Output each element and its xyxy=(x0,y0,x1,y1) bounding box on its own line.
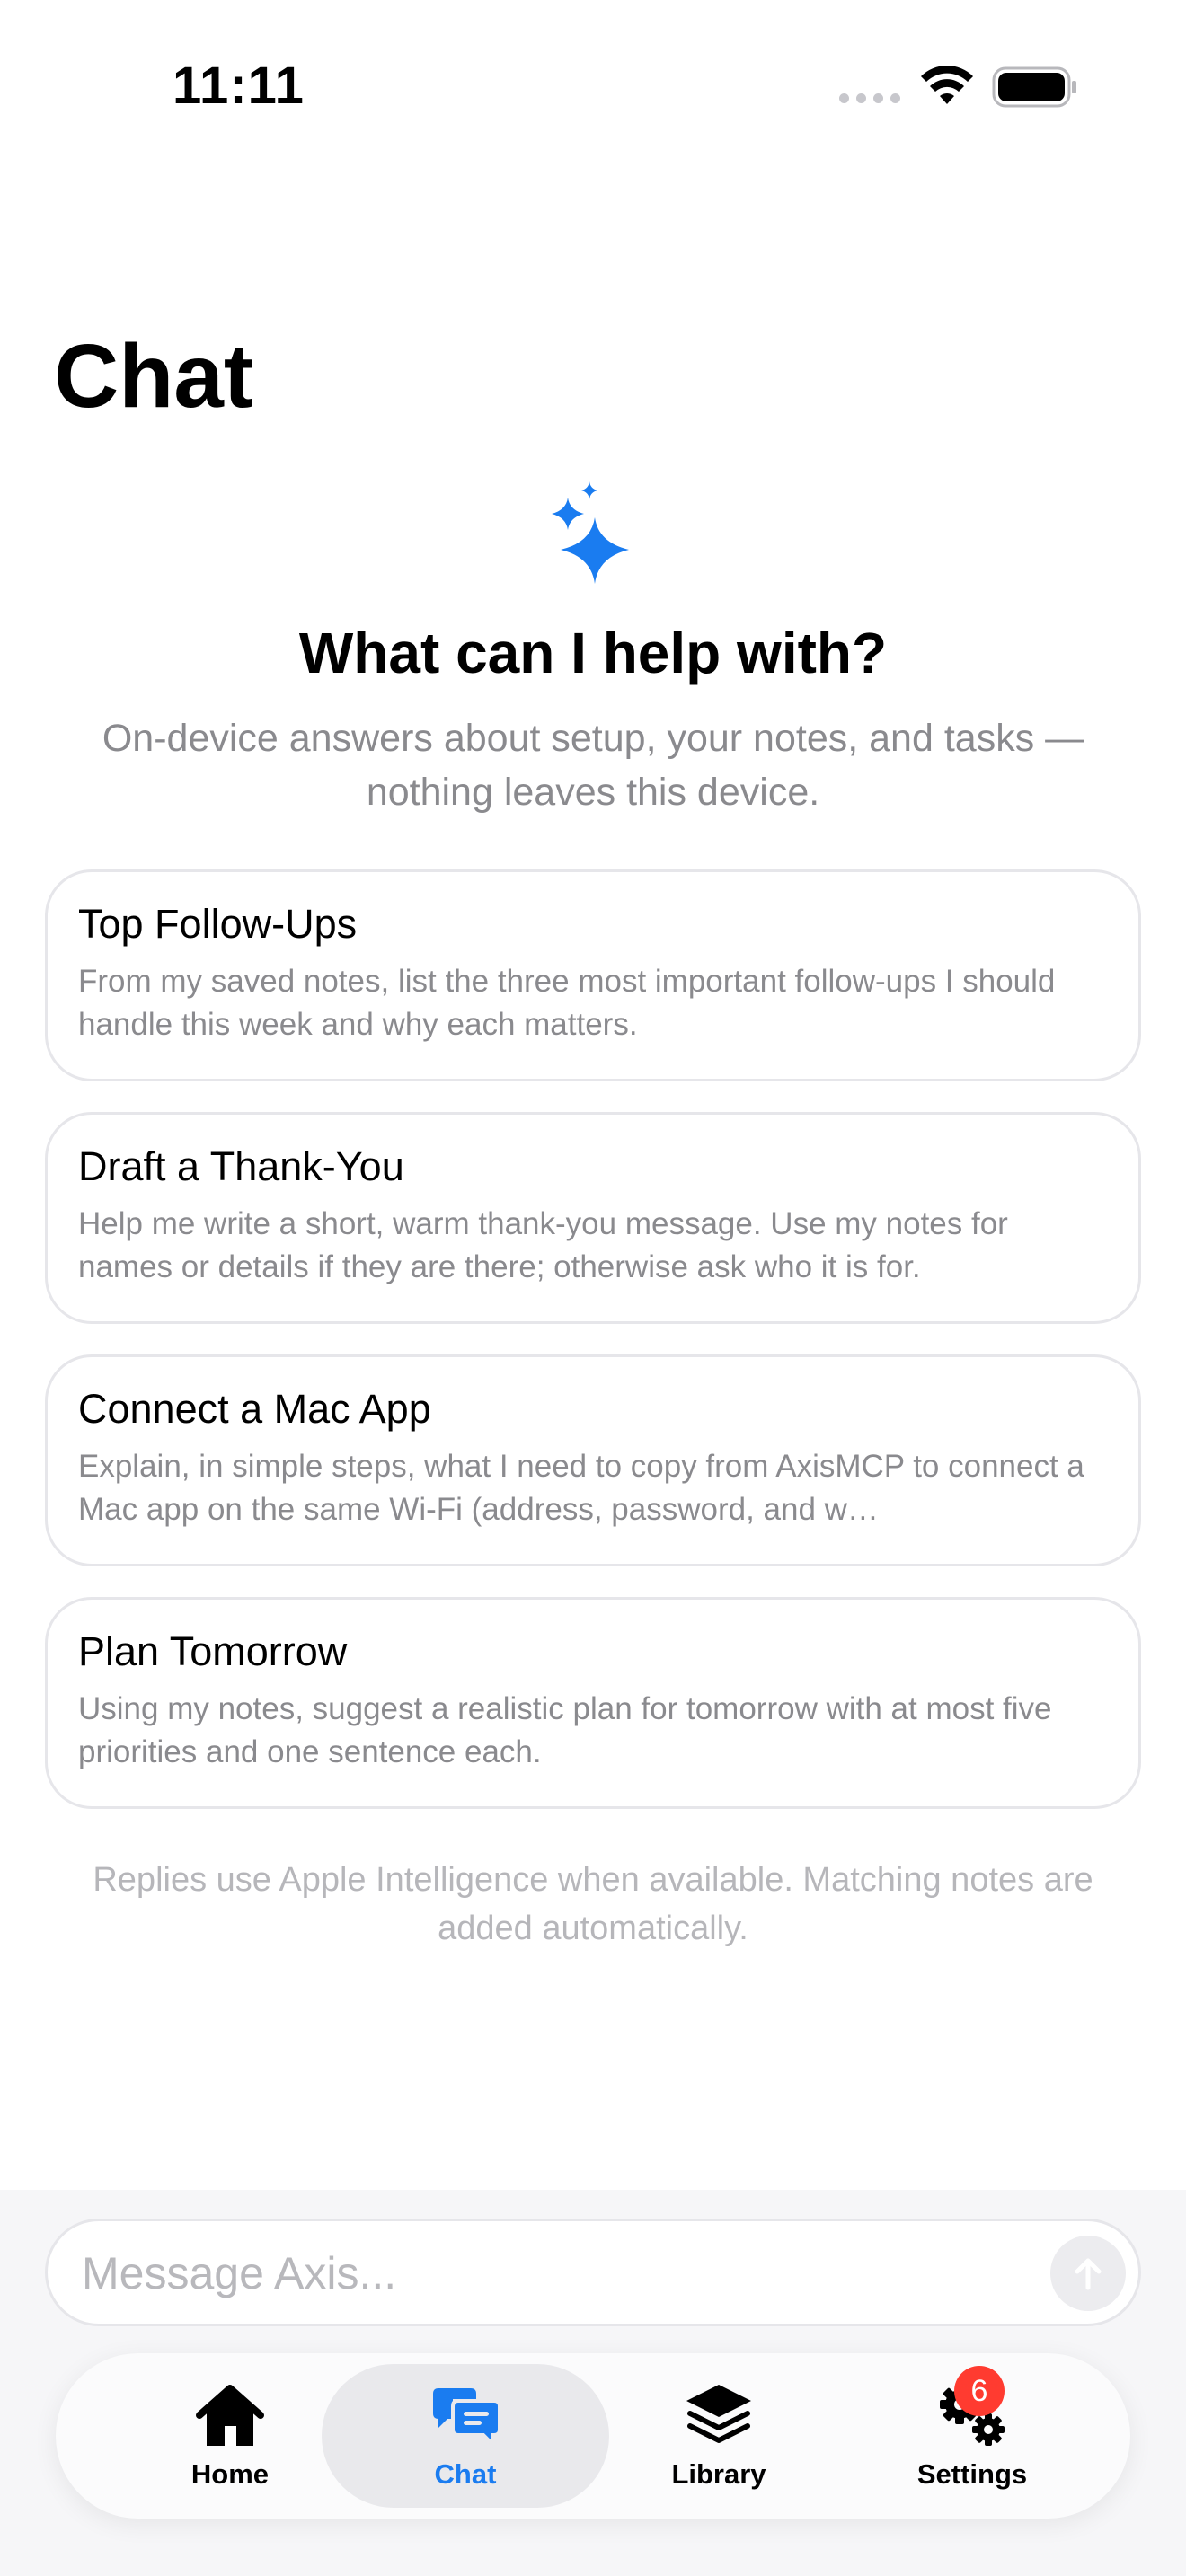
suggestion-title: Draft a Thank-You xyxy=(78,1143,404,1189)
suggestion-card-connect-mac-app[interactable]: Connect a Mac App Explain, in simple ste… xyxy=(45,1354,1141,1566)
suggestion-body: Using my notes, suggest a realistic plan… xyxy=(78,1691,1052,1769)
suggestion-title: Top Follow-Ups xyxy=(78,901,358,947)
suggestion-title: Plan Tomorrow xyxy=(78,1628,348,1674)
tab-library[interactable]: Library xyxy=(575,2364,863,2508)
suggestion-card-plan-tomorrow[interactable]: Plan Tomorrow Using my notes, suggest a … xyxy=(45,1597,1141,1809)
tab-label: Chat xyxy=(434,2458,497,2490)
status-bar: 11:11 xyxy=(0,0,1186,171)
status-time: 11:11 xyxy=(173,57,305,115)
arrow-up-icon xyxy=(1075,2258,1102,2290)
empty-state-subhead: On-device answers about setup, your note… xyxy=(102,717,1084,814)
wifi-icon xyxy=(921,65,973,104)
sparkles-icon xyxy=(552,481,629,584)
suggestion-card-draft-thank-you[interactable]: Draft a Thank-You Help me write a short,… xyxy=(45,1112,1141,1324)
tab-label: Settings xyxy=(916,2458,1028,2490)
chat-bubbles-icon xyxy=(433,2388,501,2448)
house-icon xyxy=(196,2385,264,2446)
tab-label: Home xyxy=(190,2458,270,2490)
message-input[interactable] xyxy=(80,2221,982,2325)
tab-chat[interactable]: Chat xyxy=(322,2364,609,2508)
send-button[interactable] xyxy=(1050,2236,1126,2311)
page-title: Chat xyxy=(54,326,254,427)
suggestion-body: From my saved notes, list the three most… xyxy=(78,964,1056,1042)
stack-icon xyxy=(686,2385,751,2443)
cellular-signal-icon xyxy=(839,93,900,103)
suggestion-card-top-follow-ups[interactable]: Top Follow-Ups From my saved notes, list… xyxy=(45,869,1141,1081)
suggestion-body: Explain, in simple steps, what I need to… xyxy=(78,1449,1084,1527)
settings-badge: 6 xyxy=(954,2366,1005,2416)
suggestion-title: Connect a Mac App xyxy=(78,1386,431,1432)
message-composer xyxy=(45,2219,1141,2326)
footnote: Replies use Apple Intelligence when avai… xyxy=(93,1861,1093,1947)
suggestion-body: Help me write a short, warm thank-you me… xyxy=(78,1206,1008,1284)
battery-icon xyxy=(992,66,1076,108)
empty-state-headline: What can I help with? xyxy=(298,621,888,685)
tab-label: Library xyxy=(671,2458,766,2490)
